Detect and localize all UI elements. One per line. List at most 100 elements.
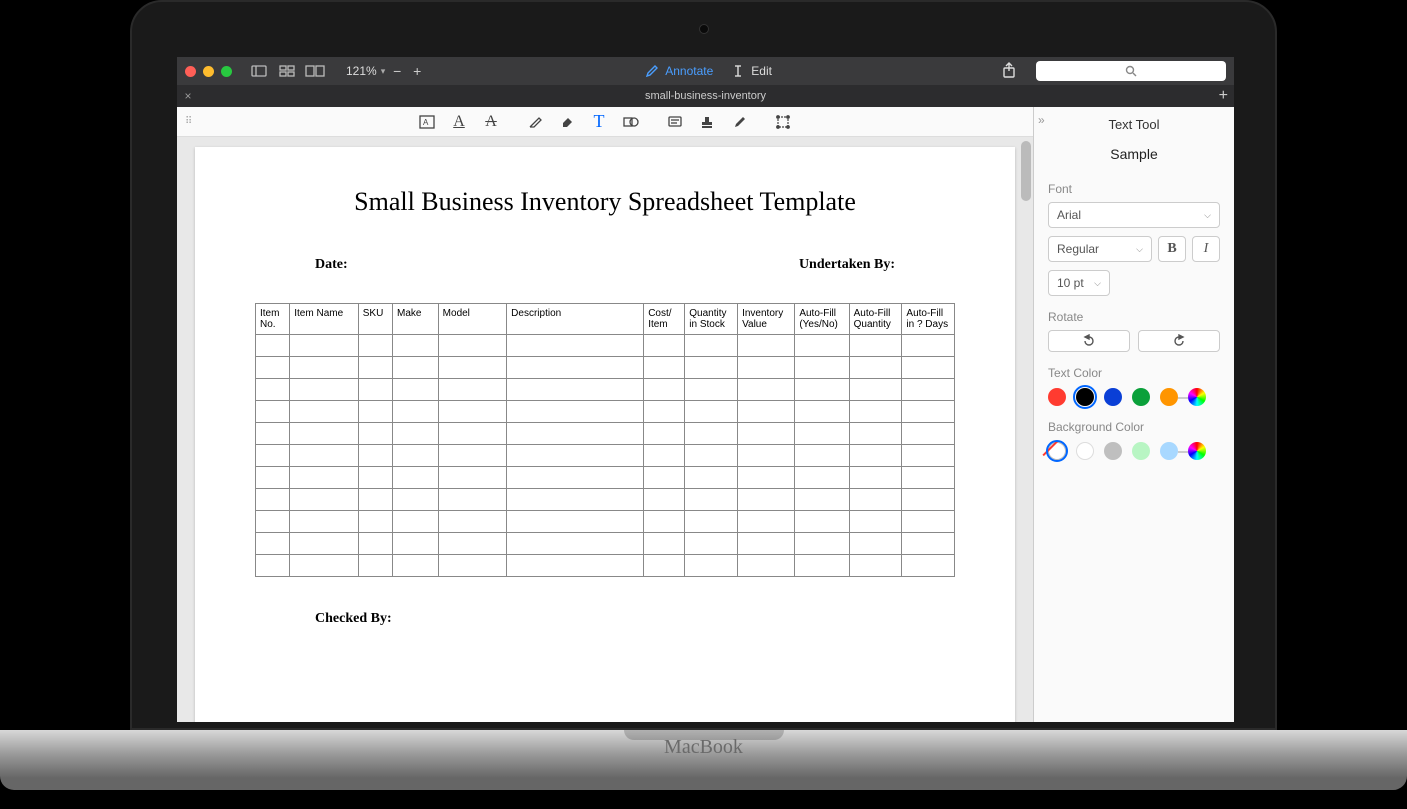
toolbar-drag-handle[interactable]: ⠿	[185, 116, 193, 127]
note-tool-icon[interactable]	[666, 113, 684, 131]
table-cell	[256, 511, 290, 533]
sidebar-toggle-icon[interactable]	[248, 62, 270, 80]
table-cell	[685, 489, 738, 511]
document-page: Small Business Inventory Spreadsheet Tem…	[195, 147, 1015, 722]
table-cell	[738, 445, 795, 467]
grid-view-icon[interactable]	[276, 62, 298, 80]
table-cell	[358, 555, 392, 577]
font-size-select[interactable]: 10 pt ⌵	[1048, 270, 1110, 296]
text-tool-icon[interactable]: T	[590, 113, 608, 131]
vertical-scrollbar[interactable]	[1021, 141, 1031, 201]
table-cell	[438, 555, 507, 577]
color-picker-swatch[interactable]	[1188, 388, 1206, 406]
bg-color-none-swatch[interactable]	[1048, 442, 1066, 460]
pencil-tool-icon[interactable]	[526, 113, 544, 131]
zoom-dropdown-icon[interactable]: ▾	[381, 66, 386, 77]
zoom-level[interactable]: 121%	[346, 64, 377, 78]
rotate-label: Rotate	[1048, 310, 1220, 324]
table-cell	[795, 423, 849, 445]
font-label: Font	[1048, 182, 1220, 196]
chevron-down-icon: ⌵	[1136, 244, 1143, 255]
stamp-tool-icon[interactable]	[698, 113, 716, 131]
minimize-window-button[interactable]	[203, 66, 214, 77]
text-color-swatch[interactable]	[1132, 388, 1150, 406]
table-cell	[358, 379, 392, 401]
table-header: SKU	[358, 304, 392, 335]
bold-button[interactable]: B	[1158, 236, 1186, 262]
font-weight-select[interactable]: Regular ⌵	[1048, 236, 1152, 262]
table-cell	[290, 335, 359, 357]
split-view-icon[interactable]	[304, 62, 326, 80]
highlight-tool-icon[interactable]: A	[450, 113, 468, 131]
table-cell	[393, 357, 439, 379]
table-cell	[685, 555, 738, 577]
table-cell	[393, 511, 439, 533]
color-picker-swatch[interactable]	[1188, 442, 1206, 460]
table-cell	[507, 511, 644, 533]
inspector-collapse-icon[interactable]: »	[1038, 113, 1045, 127]
bg-color-swatch[interactable]	[1076, 442, 1094, 460]
text-color-swatch[interactable]	[1160, 388, 1178, 406]
table-cell	[393, 379, 439, 401]
text-color-swatch[interactable]	[1048, 388, 1066, 406]
strikethrough-tool-icon[interactable]: A	[482, 113, 500, 131]
table-cell	[685, 533, 738, 555]
annotation-toolbar: ⠿ A A A T	[177, 107, 1033, 137]
bg-color-swatch[interactable]	[1104, 442, 1122, 460]
table-cell	[290, 445, 359, 467]
bg-color-swatch[interactable]	[1160, 442, 1178, 460]
font-family-select[interactable]: Arial ⌵	[1048, 202, 1220, 228]
table-cell	[393, 335, 439, 357]
tab-close-button[interactable]: ×	[177, 89, 199, 103]
font-weight-value: Regular	[1057, 242, 1099, 256]
table-cell	[507, 379, 644, 401]
table-row	[256, 555, 955, 577]
table-cell	[438, 511, 507, 533]
zoom-out-button[interactable]: −	[389, 63, 405, 79]
table-cell	[256, 357, 290, 379]
table-cell	[507, 533, 644, 555]
eraser-tool-icon[interactable]	[558, 113, 576, 131]
table-cell	[644, 335, 685, 357]
table-cell	[685, 379, 738, 401]
table-cell	[393, 401, 439, 423]
table-cell	[685, 401, 738, 423]
table-cell	[256, 401, 290, 423]
table-cell	[849, 511, 902, 533]
table-cell	[358, 467, 392, 489]
table-cell	[358, 533, 392, 555]
search-input[interactable]	[1036, 61, 1226, 81]
tab-add-button[interactable]: +	[1219, 87, 1228, 105]
table-cell	[902, 335, 955, 357]
text-color-swatch[interactable]	[1076, 388, 1094, 406]
share-icon[interactable]	[1002, 62, 1020, 80]
table-cell	[438, 357, 507, 379]
table-cell	[256, 423, 290, 445]
table-cell	[256, 335, 290, 357]
titlebar: 121% ▾ − + Annotate Edit	[177, 57, 1234, 85]
document-viewport[interactable]: Small Business Inventory Spreadsheet Tem…	[177, 137, 1033, 722]
table-cell	[358, 445, 392, 467]
edit-mode-button[interactable]: Edit	[731, 64, 772, 78]
close-window-button[interactable]	[185, 66, 196, 77]
table-cell	[738, 335, 795, 357]
zoom-in-button[interactable]: +	[409, 63, 425, 79]
text-color-swatch[interactable]	[1104, 388, 1122, 406]
table-cell	[393, 423, 439, 445]
text-color-label: Text Color	[1048, 366, 1220, 380]
tab-title[interactable]: small-business-inventory	[645, 90, 766, 102]
table-cell	[849, 489, 902, 511]
ocr-tool-icon[interactable]: A	[418, 113, 436, 131]
rotate-ccw-button[interactable]	[1048, 330, 1130, 352]
color-picker-tool-icon[interactable]	[730, 113, 748, 131]
rotate-cw-button[interactable]	[1138, 330, 1220, 352]
table-row	[256, 401, 955, 423]
bg-color-swatch[interactable]	[1132, 442, 1150, 460]
selection-tool-icon[interactable]	[774, 113, 792, 131]
table-cell	[290, 379, 359, 401]
annotate-mode-button[interactable]: Annotate	[645, 64, 713, 78]
italic-button[interactable]: I	[1192, 236, 1220, 262]
fullscreen-window-button[interactable]	[221, 66, 232, 77]
table-cell	[644, 555, 685, 577]
shape-tool-icon[interactable]	[622, 113, 640, 131]
